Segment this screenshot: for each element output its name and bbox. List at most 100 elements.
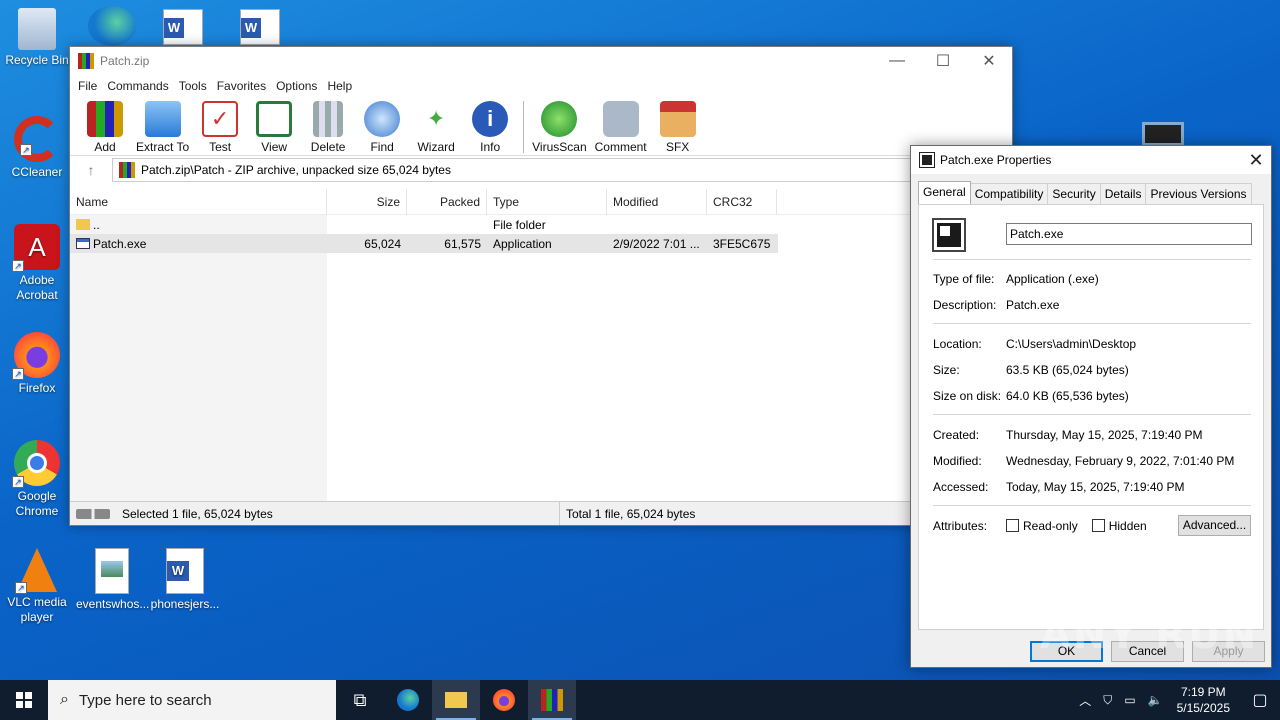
row-modified: 2/9/2022 7:01 ... [613, 236, 700, 251]
minimize-button[interactable]: — [874, 47, 920, 75]
network-icon[interactable]: ▭ [1124, 693, 1135, 707]
checklist-icon: ✓ [202, 101, 239, 137]
created-label: Created: [933, 428, 980, 442]
toolbar-separator [523, 101, 525, 153]
taskbar-search[interactable]: ⌕ Type here to search [48, 680, 336, 720]
readonly-checkbox[interactable]: Read-only [1006, 519, 1078, 533]
edge-desktop-icon[interactable] [88, 6, 136, 46]
menu-commands[interactable]: Commands [105, 79, 176, 93]
chevron-up-icon[interactable]: ︿ [1079, 692, 1091, 709]
extract-to-button[interactable]: Extract To [136, 101, 189, 154]
checkbox-box [1091, 519, 1105, 532]
desktop-icon-label: phonesjers... [150, 597, 220, 611]
winrar-icon [78, 53, 94, 69]
column-name[interactable]: Name [70, 188, 327, 215]
notification-icon[interactable]: ▢ [1240, 690, 1280, 710]
column-crc32[interactable]: CRC32 [707, 188, 777, 215]
firefox-taskbar-icon[interactable] [480, 680, 528, 720]
desktop-icon-eventswhos[interactable]: eventswhos... [76, 548, 149, 612]
tab-details[interactable]: Details [1099, 183, 1147, 204]
address-path[interactable]: Patch.zip\Patch - ZIP archive, unpacked … [112, 157, 1012, 182]
modified-label: Modified: [933, 454, 982, 468]
name-column-background [70, 215, 327, 503]
virusscan-button[interactable]: VirusScan [532, 101, 587, 154]
menu-options[interactable]: Options [274, 79, 325, 93]
created-row: Created: Thursday, May 15, 2025, 7:19:40 … [933, 428, 1203, 442]
menu-file[interactable]: File [76, 79, 105, 93]
hidden-checkbox[interactable]: Hidden [1091, 519, 1147, 533]
info-button[interactable]: i Info [467, 101, 513, 154]
tab-previous-versions[interactable]: Previous Versions [1145, 183, 1252, 204]
type-row: Type of file: Application (.exe) [933, 272, 1099, 286]
sfx-button[interactable]: SFX [655, 101, 701, 154]
size-value: 63.5 KB (65,024 bytes) [1006, 363, 1129, 377]
app-desktop-icon[interactable] [1142, 122, 1184, 146]
maximize-button[interactable]: ☐ [920, 47, 966, 75]
start-button[interactable] [0, 680, 48, 720]
advanced-button[interactable]: Advanced... [1178, 515, 1251, 536]
location-row: Location: C:\Users\admin\Desktop [933, 337, 1136, 351]
size-on-disk-row: Size on disk: 64.0 KB (65,536 bytes) [933, 389, 1129, 403]
find-button[interactable]: Find [359, 101, 405, 154]
wizard-button[interactable]: ✦ Wizard [413, 101, 459, 154]
volume-icon[interactable]: 🔈 [1148, 693, 1163, 707]
view-button[interactable]: View [251, 101, 297, 154]
desktop-icon-adobe-acrobat[interactable]: A ↗ Adobe Acrobat [1, 224, 73, 303]
desktop-icon-label: Firefox [18, 381, 56, 395]
winrar-window: Patch.zip — ☐ ✕ File Commands Tools Favo… [69, 46, 1013, 526]
up-arrow-icon[interactable]: ↑ [70, 162, 112, 178]
test-button[interactable]: ✓ Test [197, 101, 243, 154]
desktop-icon-vlc[interactable]: ↗ VLC media player [1, 548, 73, 625]
application-icon [76, 237, 90, 249]
taskbar: ⌕ Type here to search ⧉ ︿ ⛉ ▭ 🔈 7:19 PM … [0, 680, 1280, 720]
divider [933, 323, 1251, 324]
desktop-icon-chrome[interactable]: ↗ Google Chrome [1, 440, 73, 519]
clock[interactable]: 7:19 PM 5/15/2025 [1177, 684, 1230, 716]
task-view-icon[interactable]: ⧉ [336, 680, 384, 720]
divider [933, 259, 1251, 260]
column-packed[interactable]: Packed [407, 188, 487, 215]
comment-label: Comment [594, 140, 647, 154]
close-icon[interactable]: ✕ [1241, 150, 1271, 171]
table-row[interactable]: Patch.exe 65,024 61,575 Application 2/9/… [70, 234, 778, 253]
clock-date: 5/15/2025 [1176, 701, 1230, 715]
file-explorer-taskbar-icon[interactable] [432, 680, 480, 720]
device-icon[interactable]: ⛉ [1103, 693, 1112, 708]
desktop-icon-recycle-bin[interactable]: Recycle Bin [1, 8, 73, 68]
general-panel: Patch.exe Type of file: Application (.exe… [918, 204, 1264, 630]
tab-compatibility[interactable]: Compatibility [969, 183, 1049, 204]
winrar-taskbar-icon[interactable] [528, 680, 576, 720]
row-packed: 61,575 [444, 236, 481, 251]
word-doc-icon[interactable]: W [240, 9, 280, 45]
column-type[interactable]: Type [487, 188, 607, 215]
tab-security[interactable]: Security [1047, 183, 1101, 204]
column-modified[interactable]: Modified [607, 188, 707, 215]
column-size[interactable]: Size [327, 188, 407, 215]
delete-button[interactable]: Delete [305, 101, 351, 154]
toolbar: Add Extract To ✓ Test View Delete Find ✦ W… [70, 97, 1012, 155]
desktop-icon-firefox[interactable]: ↗ Firefox [1, 332, 73, 396]
size-on-disk-value: 64.0 KB (65,536 bytes) [1006, 389, 1129, 403]
tab-general[interactable]: General [918, 181, 971, 204]
close-button[interactable]: ✕ [966, 47, 1012, 75]
edge-taskbar-icon[interactable] [384, 680, 432, 720]
menu-tools[interactable]: Tools [177, 79, 215, 93]
location-label: Location: [933, 337, 982, 351]
filename-field[interactable]: Patch.exe [1006, 223, 1252, 245]
menu-favorites[interactable]: Favorites [215, 79, 274, 93]
description-row: Description: Patch.exe [933, 298, 1059, 312]
comment-button[interactable]: Comment [595, 101, 647, 154]
menu-help[interactable]: Help [325, 79, 360, 93]
folder-icon [76, 218, 90, 230]
add-button[interactable]: Add [82, 101, 128, 154]
table-row[interactable]: .. File folder [70, 215, 1012, 234]
add-label: Add [94, 140, 116, 154]
vlc-icon: ↗ [15, 548, 57, 594]
word-doc-icon[interactable]: W [163, 9, 203, 45]
size-label: Size: [933, 363, 960, 377]
desktop-icon-ccleaner[interactable]: ↗ CCleaner [1, 116, 73, 180]
delete-label: Delete [310, 140, 346, 154]
attributes-label: Attributes: [933, 519, 988, 533]
accessed-value: Today, May 15, 2025, 7:19:40 PM [1006, 480, 1185, 494]
desktop-icon-phonesjers[interactable]: W phonesjers... [149, 548, 221, 612]
